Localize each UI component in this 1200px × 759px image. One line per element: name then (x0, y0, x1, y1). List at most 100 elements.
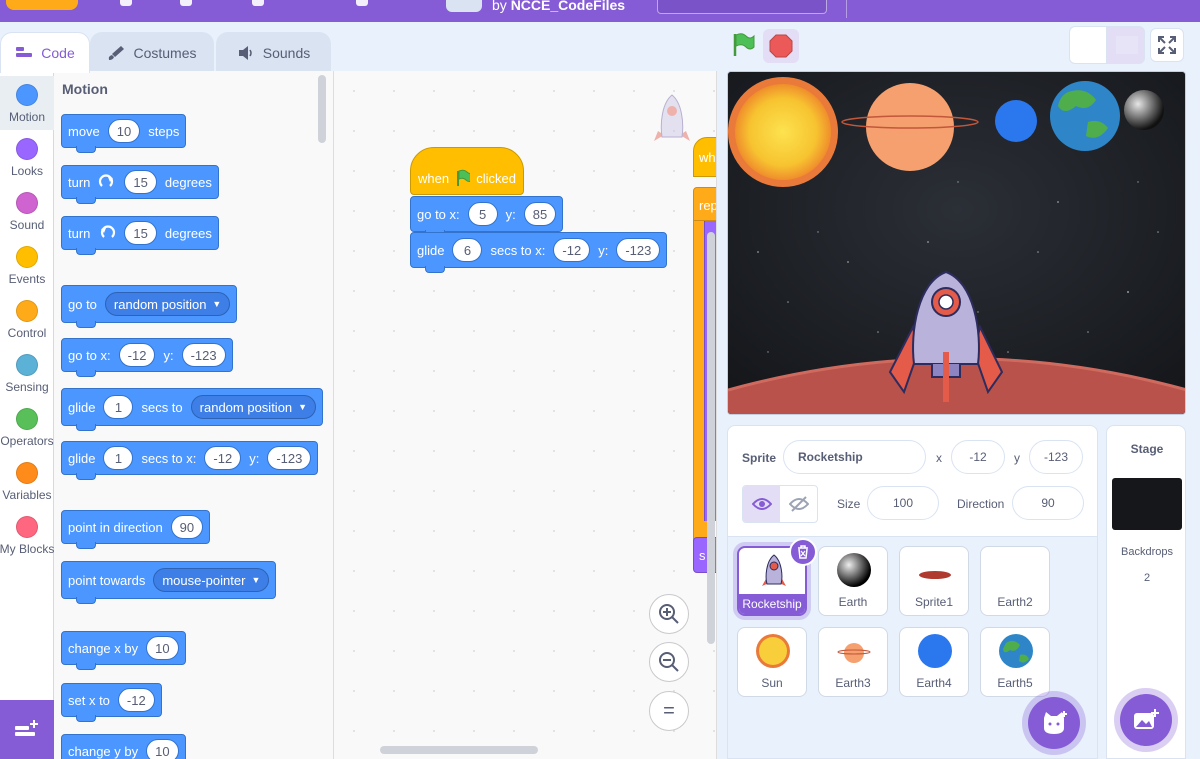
block-text: y: (249, 450, 260, 466)
hide-sprite-button[interactable] (780, 486, 817, 522)
change-y-block[interactable]: change y by 10 (61, 734, 186, 759)
direction-input[interactable]: 90 (1012, 486, 1084, 520)
glide-xy-block[interactable]: glide 1 secs to x: -12 y: -123 (61, 441, 319, 480)
block-input[interactable]: -12 (117, 688, 155, 712)
workspace-vertical-scrollbar[interactable] (707, 232, 715, 644)
size-input[interactable]: 100 (867, 486, 939, 520)
y-input[interactable]: -123 (616, 238, 661, 262)
zoom-in-icon (659, 604, 679, 624)
category-variables[interactable]: Variables (0, 454, 54, 508)
palette-scrollbar[interactable] (318, 75, 326, 143)
go-to-dropdown[interactable]: random position ▼ (104, 292, 231, 316)
green-flag-button[interactable] (731, 32, 757, 61)
x-input[interactable]: -12 (553, 238, 591, 262)
x-input[interactable]: 5 (467, 202, 498, 226)
zoom-out-button[interactable] (649, 642, 689, 682)
workspace-horizontal-scrollbar[interactable] (380, 746, 538, 754)
fullscreen-button[interactable] (1150, 28, 1184, 62)
turn-left-block[interactable]: turn 15 degrees (61, 216, 219, 255)
project-thumbnail (446, 0, 482, 12)
settings-icon[interactable] (120, 0, 132, 6)
tab-costumes[interactable]: Costumes (90, 32, 214, 72)
menu-bar: by NCCE_CodeFiles (0, 0, 1200, 22)
block-input[interactable]: 10 (146, 739, 179, 759)
sprite-tile-sun[interactable]: Sun (737, 627, 807, 697)
sprite-name: Earth (838, 595, 868, 609)
zoom-reset-button[interactable]: = (649, 691, 689, 731)
sprite-name-input[interactable]: Rocketship (783, 440, 926, 474)
x-input[interactable]: -12 (118, 343, 156, 367)
tutorials-icon[interactable] (356, 0, 368, 6)
category-control[interactable]: Control (0, 292, 54, 346)
y-input[interactable]: -123 (1029, 440, 1083, 474)
script-go-to-xy-block[interactable]: go to x: 5 y: 85 (410, 196, 564, 237)
rotate-left-icon (101, 225, 116, 238)
point-towards-dropdown[interactable]: mouse-pointer ▼ (153, 568, 270, 592)
code-workspace[interactable]: wh rep s when clicked go to x: 5 y: 85 glid… (334, 71, 717, 759)
block-input[interactable]: 6 (452, 238, 483, 262)
block-input[interactable]: 15 (124, 221, 157, 245)
category-motion[interactable]: Motion (0, 76, 54, 130)
point-towards-block[interactable]: point towards mouse-pointer ▼ (61, 561, 277, 604)
sprite-tile-sprite1[interactable]: Sprite1 (899, 546, 969, 616)
x-input[interactable]: -12 (204, 446, 242, 470)
block-input[interactable]: 1 (103, 395, 134, 419)
glide-dropdown[interactable]: random position ▼ (190, 395, 317, 419)
zoom-in-button[interactable] (649, 594, 689, 634)
tab-sounds-label: Sounds (262, 44, 311, 61)
show-sprite-button[interactable] (743, 486, 780, 522)
backdrop-thumbnail[interactable] (1112, 478, 1182, 530)
small-stage-button[interactable] (1069, 26, 1107, 64)
stage-canvas[interactable] (727, 71, 1186, 415)
move-steps-block[interactable]: move 10 steps (61, 114, 187, 153)
large-stage-button[interactable] (1107, 26, 1145, 64)
block-input[interactable]: 15 (124, 170, 157, 194)
glide-to-block[interactable]: glide 1 secs to random position ▼ (61, 388, 324, 431)
y-input[interactable]: 85 (523, 202, 557, 226)
stop-button[interactable] (763, 29, 799, 63)
choose-backdrop-button[interactable] (1120, 694, 1172, 746)
sprite-tile-earth3[interactable]: Earth3 (818, 627, 888, 697)
category-operators[interactable]: Operators (0, 400, 54, 454)
block-text: go to x: (417, 206, 460, 222)
category-sensing[interactable]: Sensing (0, 346, 54, 400)
sprite-tile-earth[interactable]: Earth (818, 546, 888, 616)
remix-button[interactable] (657, 0, 827, 14)
edit-menu-icon[interactable] (252, 0, 264, 6)
choose-sprite-button[interactable] (1028, 697, 1080, 749)
caret-down-icon: ▼ (298, 402, 308, 412)
script-glide-block[interactable]: glide 6 secs to x: -12 y: -123 (410, 232, 668, 273)
go-to-block[interactable]: go to random position ▼ (61, 285, 238, 328)
tab-code[interactable]: Code (0, 32, 90, 73)
block-input[interactable]: 10 (146, 636, 179, 660)
clipped-hat-block[interactable]: wh (693, 137, 716, 177)
block-input[interactable]: 10 (107, 119, 141, 143)
sprite-tile-earth2[interactable]: Earth2 (980, 546, 1050, 616)
block-text: wh (699, 150, 716, 165)
cat-plus-icon (1044, 711, 1067, 734)
category-sound[interactable]: Sound (0, 184, 54, 238)
x-input[interactable]: -12 (951, 440, 1005, 474)
file-menu-icon[interactable] (180, 0, 192, 6)
sprite-tile-earth4[interactable]: Earth4 (899, 627, 969, 697)
category-my-blocks[interactable]: My Blocks (0, 508, 54, 562)
delete-sprite-button[interactable] (789, 538, 817, 566)
sprite-tile-earth5[interactable]: Earth5 (980, 627, 1050, 697)
point-in-direction-block[interactable]: point in direction 90 (61, 510, 211, 549)
sensing-dot-icon (16, 354, 38, 376)
block-input[interactable]: 1 (103, 446, 134, 470)
y-input[interactable]: -123 (267, 446, 312, 470)
turn-right-block[interactable]: turn 15 degrees (61, 165, 219, 204)
y-input[interactable]: -123 (181, 343, 226, 367)
clipped-repeat-block[interactable]: rep (693, 187, 716, 221)
set-x-block[interactable]: set x to -12 (61, 683, 162, 722)
category-events[interactable]: Events (0, 238, 54, 292)
when-flag-clicked-block[interactable]: when clicked (410, 147, 524, 195)
change-x-block[interactable]: change x by 10 (61, 631, 186, 670)
scratch-logo[interactable] (6, 0, 78, 10)
add-extension-button[interactable] (0, 700, 54, 759)
tab-sounds[interactable]: Sounds (216, 32, 331, 72)
block-input[interactable]: 90 (170, 515, 204, 539)
go-to-xy-block[interactable]: go to x: -12 y: -123 (61, 338, 233, 377)
category-looks[interactable]: Looks (0, 130, 54, 184)
